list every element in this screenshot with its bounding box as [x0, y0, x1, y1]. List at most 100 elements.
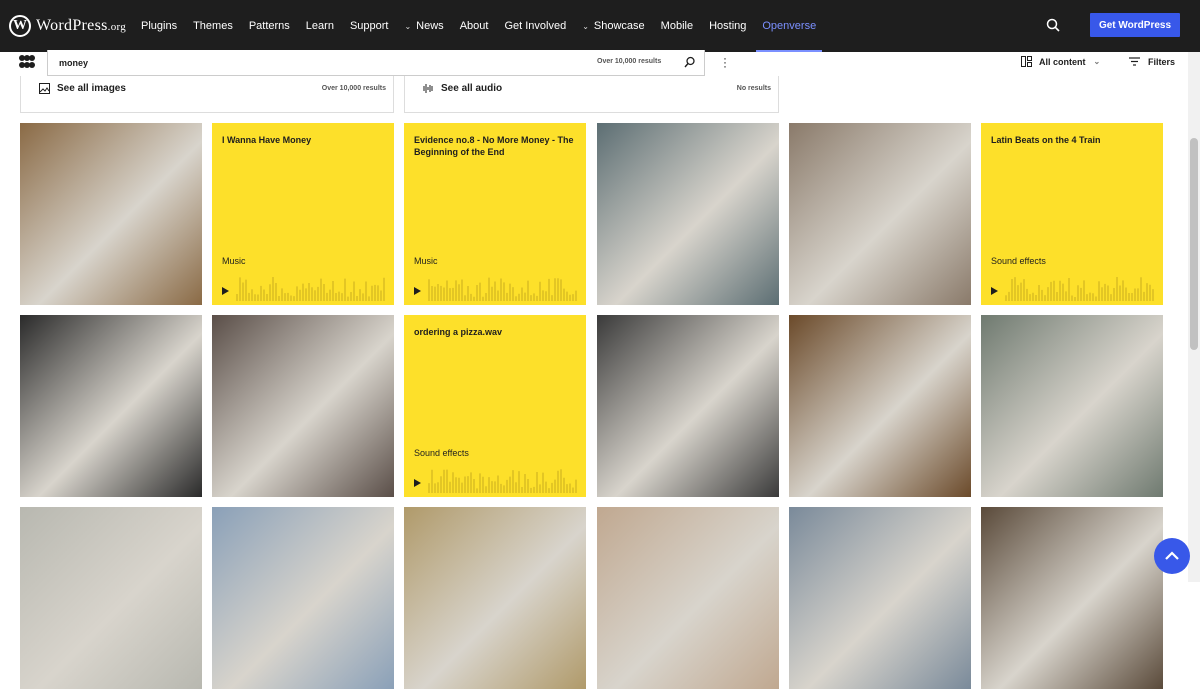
spanish-peseta-note-photo	[789, 507, 971, 689]
play-money-note-photo	[404, 507, 586, 689]
image-result-card[interactable]	[597, 315, 779, 497]
wordpress-logo-icon: W	[9, 15, 31, 37]
image-result-card[interactable]	[789, 315, 971, 497]
audio-title: Evidence no.8 - No More Money - The Begi…	[414, 135, 574, 157]
nav-item-label: Get Involved	[504, 20, 567, 32]
nav-item-about[interactable]: About	[460, 0, 489, 52]
images-count: Over 10,000 results	[321, 85, 386, 92]
nav-item-learn[interactable]: Learn	[306, 0, 334, 52]
wordpress-top-bar: W WordPress.org Plugins Themes Patterns Lea…	[0, 0, 1200, 52]
yen-notes-photo	[597, 507, 779, 689]
nav-item-label: Learn	[305, 20, 334, 32]
wp-search-icon[interactable]	[1046, 18, 1060, 32]
audio-category: Music	[222, 256, 246, 266]
see-all-images-box[interactable]: See all images Over 10,000 results	[20, 76, 394, 113]
audio-result-card[interactable]: I Wanna Have Money Music	[212, 123, 394, 305]
nav-item-support[interactable]: Support	[350, 0, 389, 52]
chevron-up-icon	[1165, 551, 1179, 560]
nav-item-label: Plugins	[141, 20, 178, 32]
logo-text: WordPress	[36, 17, 108, 34]
dollar-bills-closeup-photo	[981, 315, 1163, 497]
nav-item-label: Showcase	[593, 20, 645, 32]
image-result-card[interactable]	[597, 507, 779, 689]
audio-title: I Wanna Have Money	[222, 135, 312, 145]
play-icon[interactable]	[414, 479, 421, 487]
nav-item-openverse[interactable]: Openverse	[756, 0, 822, 52]
search-input[interactable]: money	[59, 58, 88, 68]
nav-item-label: News	[416, 20, 444, 32]
chevron-down-icon: ⌄	[582, 21, 589, 31]
openverse-logo-icon[interactable]	[19, 55, 35, 69]
filter-icon	[1129, 57, 1140, 66]
nav-item-themes[interactable]: Themes	[193, 0, 233, 52]
more-options-icon[interactable]: · · ·	[722, 52, 728, 72]
audio-title: ordering a pizza.wav	[414, 327, 503, 337]
nav-item-mobile[interactable]: Mobile	[661, 0, 693, 52]
content-type-selector[interactable]: All content ⌄	[1021, 56, 1100, 67]
see-all-audio-label: See all audio	[441, 83, 503, 94]
image-result-card[interactable]	[981, 315, 1163, 497]
audio-result-card[interactable]: Evidence no.8 - No More Money - The Begi…	[404, 123, 586, 305]
nav-item-label: Hosting	[709, 20, 747, 32]
image-result-card[interactable]	[981, 507, 1163, 689]
nav-item-get-involved[interactable]: Get Involved	[504, 0, 566, 52]
image-result-card[interactable]	[597, 123, 779, 305]
nav-item-label: Themes	[193, 20, 233, 32]
image-result-card[interactable]	[212, 315, 394, 497]
search-icon[interactable]	[684, 56, 696, 68]
image-result-card[interactable]	[789, 123, 971, 305]
get-wordpress-button[interactable]: Get WordPress	[1090, 13, 1180, 37]
all-content-label: All content	[1039, 56, 1086, 67]
image-result-card[interactable]	[20, 315, 202, 497]
nav-item-plugins[interactable]: Plugins	[141, 0, 177, 52]
nav-item-news[interactable]: ⌄ News	[404, 0, 443, 52]
chevron-down-icon: ⌄	[1093, 57, 1101, 66]
origami-dollar-photo	[597, 315, 779, 497]
see-all-audio-box[interactable]: See all audio No results	[404, 76, 779, 113]
play-icon[interactable]	[414, 287, 421, 295]
audio-icon	[423, 84, 433, 93]
filters-label: Filters	[1148, 56, 1176, 67]
image-result-card[interactable]	[20, 123, 202, 305]
dollar-bill-photo	[789, 315, 971, 497]
play-icon[interactable]	[991, 287, 998, 295]
filters-button[interactable]: Filters	[1129, 56, 1175, 67]
waveform-icon	[428, 469, 577, 493]
nav-item-label: Mobile	[660, 20, 694, 32]
waveform-icon	[236, 277, 385, 301]
search-result-count: Over 10,000 results	[597, 58, 662, 65]
coins-photo	[597, 123, 779, 305]
nav-item-label: Support	[349, 20, 389, 32]
nav-item-showcase[interactable]: ⌄ Showcase	[582, 0, 644, 52]
pound-notes-fan-photo	[20, 315, 202, 497]
people-counting-money-photo	[20, 123, 202, 305]
see-all-images-label: See all images	[57, 83, 126, 94]
wordpress-logo[interactable]: W WordPress.org	[9, 15, 126, 37]
audio-result-card[interactable]: ordering a pizza.wav Sound effects	[404, 315, 586, 497]
image-result-card[interactable]	[404, 507, 586, 689]
search-bar[interactable]: money Over 10,000 results	[47, 50, 705, 76]
nav-item-patterns[interactable]: Patterns	[249, 0, 290, 52]
scrollbar[interactable]	[1188, 52, 1200, 582]
main-nav: Plugins Themes Patterns Learn Support ⌄ News Ab…	[141, 0, 832, 52]
audio-count: No results	[736, 85, 771, 92]
audio-title: Latin Beats on the 4 Train	[991, 135, 1101, 145]
image-icon	[39, 83, 50, 94]
chevron-down-icon: ⌄	[404, 21, 412, 31]
nav-item-label: About	[459, 20, 489, 32]
audio-category: Sound effects	[414, 448, 469, 458]
image-result-card[interactable]	[212, 507, 394, 689]
audio-result-card[interactable]: Latin Beats on the 4 Train Sound effects	[981, 123, 1163, 305]
scroll-to-top-button[interactable]	[1154, 538, 1190, 574]
logo-suffix: .org	[107, 21, 127, 33]
audio-category: Music	[414, 256, 438, 266]
play-icon[interactable]	[222, 287, 229, 295]
image-result-card[interactable]	[20, 507, 202, 689]
image-result-card[interactable]	[789, 507, 971, 689]
nav-item-hosting[interactable]: Hosting	[709, 0, 746, 52]
scrollbar-thumb[interactable]	[1190, 138, 1198, 350]
audio-category: Sound effects	[991, 256, 1046, 266]
nav-item-label: Patterns	[248, 20, 290, 32]
euro-note-photo	[20, 507, 202, 689]
all-content-icon	[1021, 56, 1032, 67]
